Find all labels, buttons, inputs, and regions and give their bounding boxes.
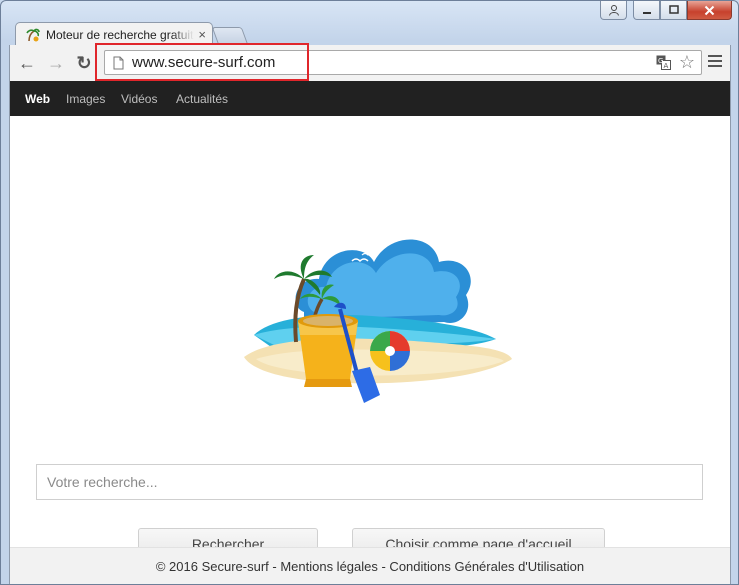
tab-title: Moteur de recherche gratuit (46, 27, 194, 42)
translate-icon[interactable]: G A (656, 55, 671, 70)
menu-icon[interactable] (708, 55, 722, 70)
tab-strip: Moteur de recherche gratuit × (1, 19, 738, 46)
back-icon[interactable]: ← (17, 53, 37, 73)
page-content: Web Images Vidéos Actualités Votre reche… (9, 81, 731, 584)
nav-item-videos[interactable]: Vidéos (121, 92, 157, 106)
forward-icon[interactable]: → (46, 53, 66, 73)
favicon-icon (26, 28, 40, 41)
bookmark-star-icon[interactable]: ☆ (679, 52, 695, 73)
reload-icon[interactable]: ↻ (74, 53, 94, 73)
url-highlight-box (95, 43, 309, 81)
window-caption-buttons (600, 1, 732, 20)
close-icon[interactable] (687, 1, 732, 20)
maximize-icon[interactable] (660, 1, 687, 20)
browser-window: Moteur de recherche gratuit × ← → ↻ www.… (0, 0, 739, 585)
search-input-wrapper (36, 464, 703, 500)
footer-text: © 2016 Secure-surf - Mentions légales - … (155, 559, 585, 574)
search-input[interactable] (37, 465, 702, 499)
beach-illustration (244, 239, 512, 403)
top-navbar: Web Images Vidéos Actualités (10, 81, 730, 116)
footer: © 2016 Secure-surf - Mentions légales - … (10, 547, 730, 584)
nav-item-images[interactable]: Images (66, 92, 105, 106)
nav-item-web[interactable]: Web (25, 92, 50, 106)
nav-item-actualites[interactable]: Actualités (176, 92, 228, 106)
svg-text:A: A (664, 62, 669, 70)
user-icon[interactable] (600, 1, 627, 20)
minimize-icon[interactable] (633, 1, 660, 20)
tab-close-icon[interactable]: × (198, 27, 206, 42)
